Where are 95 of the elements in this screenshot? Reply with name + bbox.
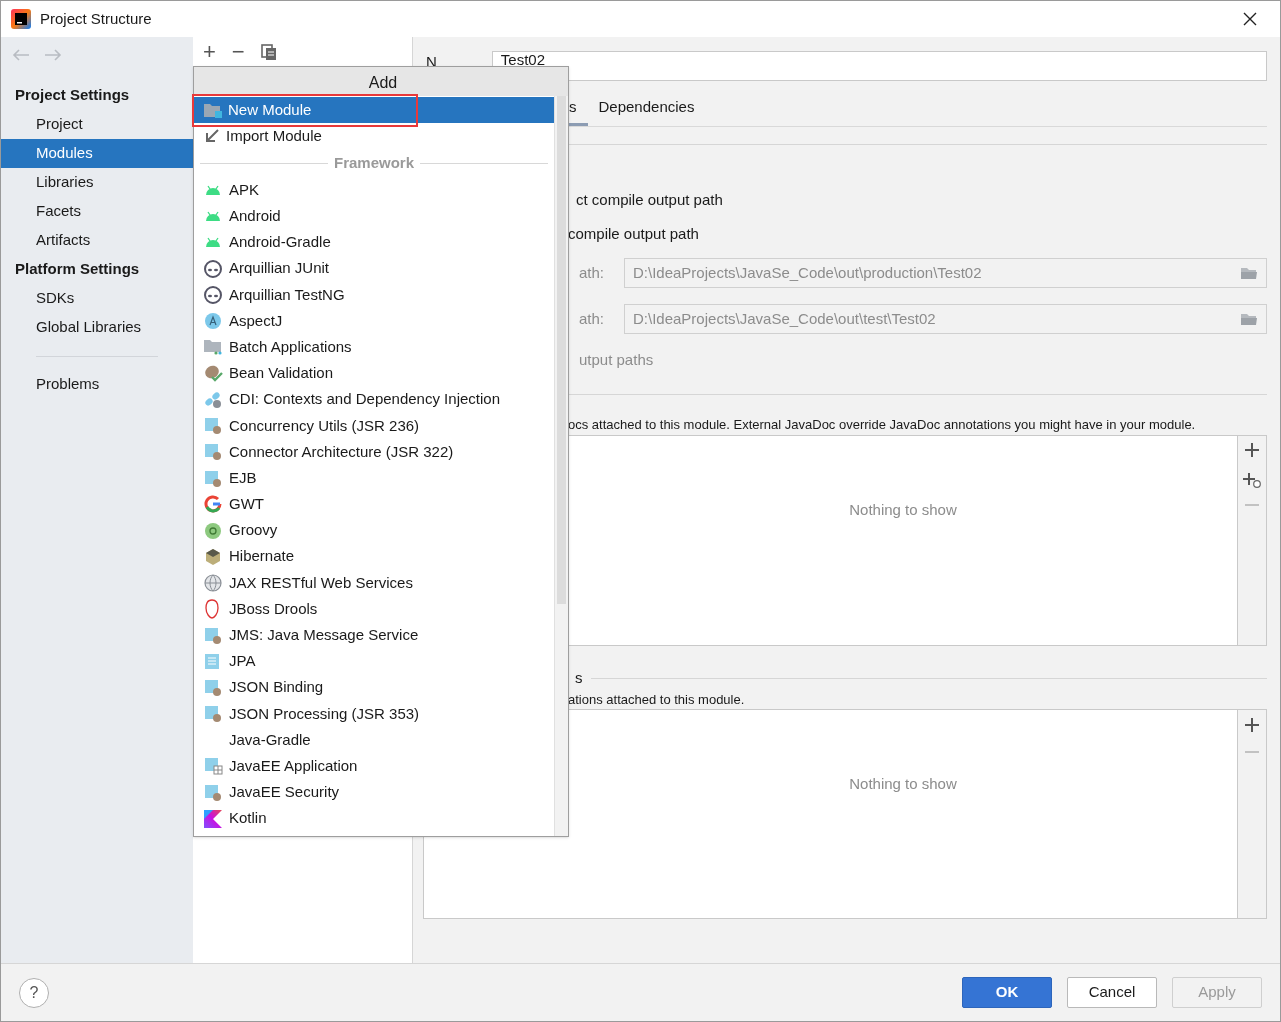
folder-icon[interactable] — [1240, 266, 1258, 280]
remove-icon[interactable] — [1245, 503, 1259, 507]
scrollbar[interactable] — [554, 96, 568, 836]
sidebar-heading: Platform Settings — [14, 259, 141, 280]
document-icon — [204, 652, 222, 670]
add-url-icon[interactable] — [1243, 472, 1261, 488]
popup-item[interactable]: JSON Binding — [194, 674, 554, 701]
help-button[interactable]: ? — [19, 977, 49, 1008]
option-label: utput paths — [579, 350, 655, 370]
module-folder-icon — [204, 102, 222, 118]
sidebar-heading: Project Settings — [14, 85, 131, 106]
window-title: Project Structure — [40, 8, 152, 29]
popup-item[interactable]: Batch Applications — [194, 334, 554, 361]
forward-arrow-icon[interactable] — [44, 49, 62, 61]
import-arrow-icon — [204, 128, 220, 144]
popup-item[interactable]: Android — [194, 203, 554, 230]
popup-item[interactable]: AspectJ — [194, 307, 554, 335]
annotations-description: ations attached to this module. — [568, 692, 746, 708]
empty-message: Nothing to show — [849, 774, 957, 793]
option-label: compile output path — [568, 224, 700, 244]
android-icon — [204, 236, 222, 249]
module-icon — [204, 469, 222, 487]
tab[interactable]: Dependencies — [587, 92, 706, 126]
alien-head-icon — [204, 285, 222, 304]
popup-item[interactable]: JMS: Java Message Service — [194, 622, 554, 649]
popup-item[interactable]: Connector Architecture (JSR 322) — [194, 438, 554, 466]
popup-item[interactable]: Bean Validation — [194, 360, 554, 387]
add-icon[interactable] — [1245, 718, 1259, 732]
back-arrow-icon[interactable] — [12, 49, 30, 61]
sidebar-item[interactable]: Modules — [1, 139, 193, 168]
popup-item[interactable]: Groovy — [194, 517, 554, 544]
folder-icon — [204, 339, 223, 356]
beans-icon — [204, 390, 223, 409]
popup-item[interactable]: APK — [194, 177, 554, 204]
option-label: ct compile output path — [576, 190, 724, 210]
section-heading: Framework — [334, 152, 415, 173]
popup-item[interactable]: Hibernate — [194, 543, 554, 570]
module-icon — [204, 783, 222, 801]
add-icon[interactable] — [1245, 443, 1259, 457]
empty-message: Nothing to show — [849, 500, 957, 519]
android-icon — [204, 210, 222, 223]
popup-title: Add — [194, 67, 568, 96]
letter-g-icon — [204, 495, 222, 514]
add-button[interactable]: + — [203, 41, 216, 63]
popup-item[interactable]: Java-Gradle — [194, 726, 554, 754]
popup-item[interactable]: Arquillian JUnit — [194, 255, 554, 282]
circle-badge-icon — [204, 521, 222, 540]
popup-item[interactable]: CDI: Contexts and Dependency Injection — [194, 386, 554, 413]
sidebar-item[interactable]: Artifacts — [1, 226, 193, 255]
module-icon — [204, 443, 222, 461]
ok-button[interactable]: OK — [962, 977, 1052, 1008]
module-grid-icon — [204, 757, 223, 776]
popup-item[interactable]: Concurrency Utils (JSR 236) — [194, 412, 554, 439]
sidebar-item[interactable]: Problems — [1, 370, 193, 399]
popup-item[interactable]: GWT — [194, 491, 554, 518]
module-icon — [204, 679, 222, 697]
folder-icon[interactable] — [1240, 312, 1258, 326]
bean-check-icon — [204, 364, 223, 383]
module-icon — [204, 417, 222, 435]
popup-item[interactable]: JBoss Drools — [194, 596, 554, 623]
globe-icon — [204, 573, 222, 592]
hexagon-icon — [204, 547, 222, 566]
app-logo-icon — [11, 9, 31, 29]
annotations-heading: s — [575, 667, 583, 688]
module-icon — [204, 626, 222, 644]
sidebar-item[interactable]: Global Libraries — [1, 313, 193, 342]
sidebar-item[interactable]: Facets — [1, 197, 193, 226]
android-icon — [204, 184, 222, 197]
remove-icon[interactable] — [1245, 750, 1259, 754]
copy-icon[interactable] — [260, 43, 277, 61]
popup-item[interactable]: Kotlin — [194, 805, 554, 832]
popup-item[interactable]: JSON Processing (JSR 353) — [194, 700, 554, 727]
javadoc-description: ocs attached to this module. External JavaDoc override JavaDoc annotations you might have in your module. — [568, 417, 1197, 433]
module-icon — [204, 705, 222, 723]
sidebar-item[interactable]: SDKs — [1, 284, 193, 313]
circle-badge-icon — [204, 312, 222, 331]
popup-item[interactable]: Import Module — [194, 123, 554, 149]
kotlin-icon — [204, 809, 222, 828]
name-field[interactable]: Test02 — [491, 51, 1267, 81]
popup-item[interactable]: JavaEE Application — [194, 753, 554, 780]
sidebar-item[interactable]: Libraries — [1, 168, 193, 197]
path-label: ath: — [579, 308, 606, 329]
popup-item[interactable]: JAX RESTful Web Services — [194, 569, 554, 596]
cancel-button[interactable]: Cancel — [1067, 977, 1157, 1008]
path-label: ath: — [579, 262, 606, 283]
close-icon[interactable] — [1243, 12, 1257, 26]
popup-item[interactable]: Android-Gradle — [194, 229, 554, 256]
popup-item[interactable]: EJB — [194, 465, 554, 492]
remove-button[interactable]: − — [231, 41, 245, 63]
popup-item[interactable]: JavaEE Security — [194, 779, 554, 806]
alien-head-icon — [204, 259, 222, 278]
sidebar-item[interactable]: Project — [1, 110, 193, 139]
popup-item[interactable]: Arquillian TestNG — [194, 281, 554, 308]
drop-outline-icon — [204, 599, 220, 620]
popup-item[interactable]: JPA — [194, 648, 554, 675]
